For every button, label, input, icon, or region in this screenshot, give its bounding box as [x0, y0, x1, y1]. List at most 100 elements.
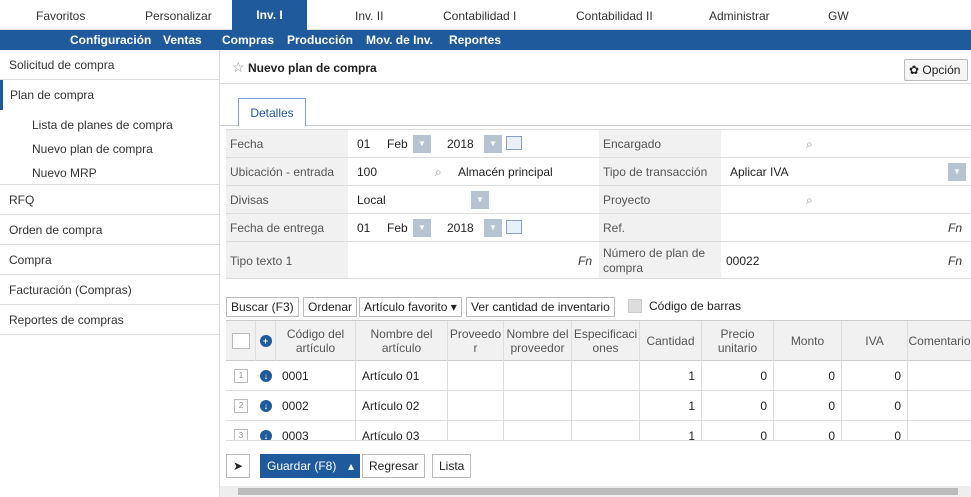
cell-monto[interactable]: 0	[774, 391, 842, 421]
cell-proveedor[interactable]	[448, 391, 504, 421]
table-row[interactable]: 3 ↓ 0003 Artículo 03 1 0 0 0	[226, 421, 971, 441]
buscar-button[interactable]: Buscar (F3)	[226, 297, 299, 317]
add-row-icon[interactable]: ↓	[260, 400, 272, 412]
search-icon[interactable]: ⌕	[806, 193, 813, 208]
menu-personalizar[interactable]: Personalizar	[145, 9, 212, 23]
sidebar-item-plan[interactable]: Plan de compra	[0, 80, 220, 110]
divisas-value[interactable]: Local	[357, 186, 386, 214]
submenu-reportes[interactable]: Reportes	[449, 33, 501, 47]
scrollbar-thumb[interactable]	[238, 488, 958, 495]
cell-precio[interactable]: 0	[702, 361, 774, 391]
menu-inv-i[interactable]: Inv. I	[232, 0, 307, 30]
calendar-icon[interactable]	[506, 220, 522, 234]
menu-gw[interactable]: GW	[828, 9, 849, 23]
cell-especificaciones[interactable]	[572, 361, 640, 391]
sidebar-item-lista-planes[interactable]: Lista de planes de compra	[0, 113, 220, 137]
cell-precio[interactable]: 0	[702, 391, 774, 421]
fecha-month[interactable]: Feb	[387, 130, 408, 158]
lista-button[interactable]: Lista	[432, 454, 472, 478]
cell-monto[interactable]: 0	[774, 361, 842, 391]
submenu-produccion[interactable]: Producción	[287, 33, 353, 47]
cell-proveedor[interactable]	[448, 421, 504, 440]
entrega-month[interactable]: Feb	[387, 214, 408, 242]
tipo-transaccion-value[interactable]: Aplicar IVA	[730, 158, 788, 186]
cell-especificaciones[interactable]	[572, 421, 640, 440]
table-row[interactable]: 1 ↓ 0001 Artículo 01 1 0 0 0	[226, 361, 971, 391]
ver-cantidad-button[interactable]: Ver cantidad de inventario	[466, 297, 615, 317]
ordenar-button[interactable]: Ordenar	[303, 297, 358, 317]
search-icon[interactable]: ⌕	[435, 165, 442, 180]
cell-iva[interactable]: 0	[842, 421, 908, 440]
submenu-compras[interactable]: Compras	[222, 33, 274, 47]
tipo-transaccion-dropdown-icon[interactable]: ▼	[948, 163, 966, 181]
sidebar-item-nuevo-mrp[interactable]: Nuevo MRP	[0, 161, 220, 185]
cell-cantidad[interactable]: 1	[640, 361, 702, 391]
cell-nombre-proveedor[interactable]	[504, 391, 572, 421]
fecha-month-dropdown-icon[interactable]: ▼	[413, 135, 431, 153]
codigo-barras-checkbox[interactable]	[628, 299, 642, 313]
entrega-year-dropdown-icon[interactable]: ▼	[484, 219, 502, 237]
cell-nombre-proveedor[interactable]	[504, 421, 572, 440]
sidebar-item-facturacion[interactable]: Facturación (Compras)	[0, 275, 220, 305]
num-plan-value[interactable]: 00022	[726, 242, 759, 280]
regresar-button[interactable]: Regresar	[362, 454, 426, 478]
sidebar-item-solicitud[interactable]: Solicitud de compra	[0, 50, 220, 80]
sidebar-item-nuevo-plan[interactable]: Nuevo plan de compra	[0, 137, 220, 161]
cell-monto[interactable]: 0	[774, 421, 842, 440]
horizontal-scrollbar[interactable]	[220, 486, 971, 497]
cell-codigo[interactable]: 0001	[276, 361, 356, 391]
cell-precio[interactable]: 0	[702, 421, 774, 440]
cell-especificaciones[interactable]	[572, 391, 640, 421]
cell-cantidad[interactable]: 1	[640, 421, 702, 440]
entrega-year[interactable]: 2018	[447, 214, 474, 242]
guardar-options-icon[interactable]: ▴	[342, 454, 361, 478]
menu-administrar[interactable]: Administrar	[709, 9, 770, 23]
ref-fn-icon[interactable]: Fn	[948, 221, 962, 235]
table-row[interactable]: 2 ↓ 0002 Artículo 02 1 0 0 0	[226, 391, 971, 421]
send-icon[interactable]: ➤	[226, 454, 251, 478]
entrega-month-dropdown-icon[interactable]: ▼	[413, 219, 431, 237]
option-button[interactable]: ✿ Opción	[904, 59, 968, 81]
num-plan-fn-icon[interactable]: Fn	[948, 254, 962, 268]
fecha-year-dropdown-icon[interactable]: ▼	[484, 135, 502, 153]
cell-iva[interactable]: 0	[842, 361, 908, 391]
ubicacion-code[interactable]: 100	[357, 158, 377, 186]
guardar-button[interactable]: Guardar (F8)	[260, 454, 344, 478]
sidebar-item-compra[interactable]: Compra	[0, 245, 220, 275]
submenu-ventas[interactable]: Ventas	[163, 33, 202, 47]
entrega-day[interactable]: 01	[357, 214, 370, 242]
fecha-year[interactable]: 2018	[447, 130, 474, 158]
cell-proveedor[interactable]	[448, 361, 504, 391]
add-row-icon[interactable]: ↓	[260, 370, 272, 382]
search-icon[interactable]: ⌕	[806, 137, 813, 152]
cell-codigo[interactable]: 0002	[276, 391, 356, 421]
submenu-mov-inv[interactable]: Mov. de Inv.	[366, 33, 433, 47]
cell-codigo[interactable]: 0003	[276, 421, 356, 440]
tipo-texto-fn-icon[interactable]: Fn	[578, 254, 592, 268]
menu-contabilidad-i[interactable]: Contabilidad I	[443, 9, 516, 23]
divisas-dropdown-icon[interactable]: ▼	[471, 191, 489, 209]
cell-nombre-proveedor[interactable]	[504, 361, 572, 391]
sidebar-item-reportes[interactable]: Reportes de compras	[0, 305, 220, 335]
cell-cantidad[interactable]: 1	[640, 391, 702, 421]
add-row-icon[interactable]: ↓	[260, 430, 272, 440]
calendar-icon[interactable]	[506, 136, 522, 150]
submenu-configuracion[interactable]: Configuración	[70, 33, 151, 47]
fecha-day[interactable]: 01	[357, 130, 370, 158]
tab-detalles[interactable]: Detalles	[238, 98, 306, 127]
select-all-checkbox[interactable]	[231, 333, 250, 349]
grid-toolbar: Buscar (F3) Ordenar Artículo favorito ▾ …	[226, 295, 971, 319]
add-row-icon[interactable]: +	[259, 335, 272, 347]
cell-nombre[interactable]: Artículo 02	[356, 391, 448, 421]
cell-nombre[interactable]: Artículo 01	[356, 361, 448, 391]
cell-nombre[interactable]: Artículo 03	[356, 421, 448, 440]
header-comentarios: Comentarios	[908, 321, 971, 361]
sidebar-item-orden[interactable]: Orden de compra	[0, 215, 220, 245]
menu-favoritos[interactable]: Favoritos	[36, 9, 85, 23]
star-icon[interactable]: ☆	[232, 59, 245, 76]
menu-contabilidad-ii[interactable]: Contabilidad II	[576, 9, 653, 23]
sidebar-item-rfq[interactable]: RFQ	[0, 185, 220, 215]
articulo-favorito-button[interactable]: Artículo favorito ▾	[359, 297, 462, 317]
cell-iva[interactable]: 0	[842, 391, 908, 421]
menu-inv-ii[interactable]: Inv. II	[355, 9, 383, 23]
